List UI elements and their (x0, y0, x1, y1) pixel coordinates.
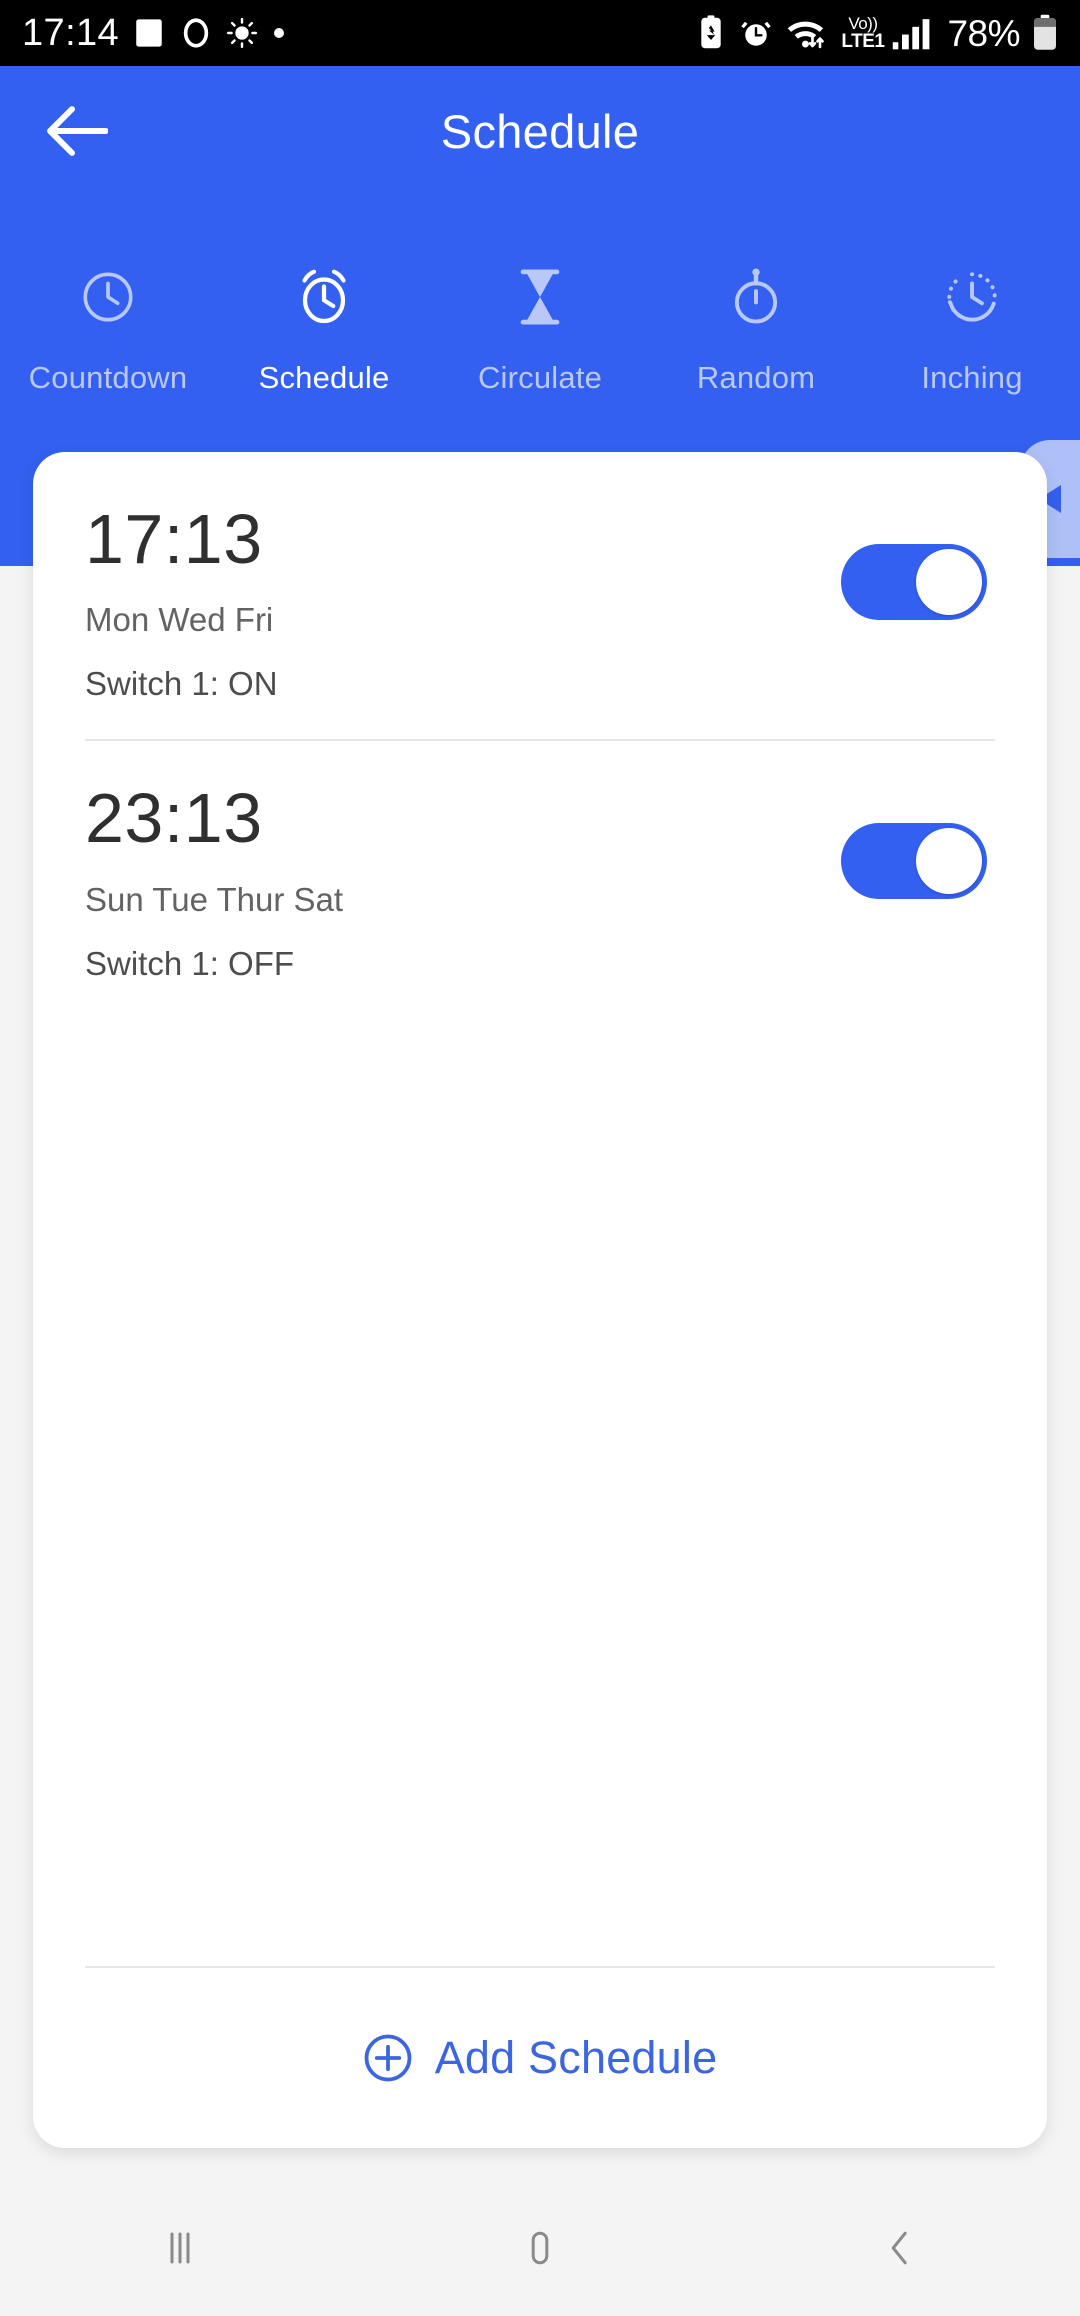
schedule-time: 17:13 (85, 500, 263, 578)
schedule-card: 17:13 Mon Wed Fri Switch 1: ON 23:13 Sun… (33, 452, 1047, 2148)
dot-icon (274, 28, 285, 38)
home-icon (531, 2231, 549, 2265)
schedule-days: Sun Tue Thur Sat (85, 880, 344, 918)
status-bar: 17:14 Vo)) LTE1 78% (0, 0, 1080, 66)
tab-circulate[interactable]: Circulate (432, 256, 648, 396)
brightness-icon (227, 17, 258, 49)
volte-indicator: Vo)) LTE1 (841, 14, 885, 52)
dotted-clock-icon (947, 272, 997, 322)
toggle-knob (916, 549, 982, 615)
nav-recents-button[interactable] (0, 2224, 360, 2272)
tab-inching-label: Inching (921, 360, 1023, 395)
toggle-knob (916, 828, 982, 895)
plus-circle-icon (364, 2034, 412, 2082)
volte-label-top: Vo)) (848, 14, 878, 33)
schedule-action: Switch 1: OFF (85, 944, 295, 982)
schedule-action: Switch 1: ON (85, 665, 278, 703)
schedule-row[interactable]: 23:13 Sun Tue Thur Sat Switch 1: OFF (33, 741, 1047, 1018)
nav-home-button[interactable] (360, 2224, 720, 2272)
tab-schedule-icon-wrap (294, 264, 354, 330)
schedule-list: 17:13 Mon Wed Fri Switch 1: ON 23:13 Sun… (33, 452, 1047, 1019)
back-button[interactable] (34, 88, 120, 174)
tab-countdown-icon-wrap (79, 264, 137, 330)
tab-countdown[interactable]: Countdown (0, 256, 216, 396)
status-bar-left: 17:14 (22, 14, 287, 52)
alarm-clock-icon (302, 269, 346, 324)
tab-random[interactable]: Random (648, 256, 864, 396)
tab-random-icon-wrap (729, 264, 783, 330)
tab-countdown-label: Countdown (28, 360, 188, 395)
nav-back-button[interactable] (720, 2224, 1080, 2272)
circle-icon (183, 18, 209, 48)
clock-icon (83, 272, 133, 322)
add-schedule-button[interactable]: Add Schedule (33, 1968, 1047, 2148)
status-bar-right: Vo)) LTE1 78% (695, 14, 1058, 52)
schedule-row-info: 23:13 Sun Tue Thur Sat Switch 1: OFF (85, 779, 841, 982)
mode-tab-bar: Countdown Schedule Circulate Random Inch… (0, 256, 1080, 396)
schedule-time: 23:13 (85, 779, 263, 858)
battery-percent-label: 78% (947, 12, 1020, 54)
schedule-days: Mon Wed Fri (85, 601, 274, 639)
tab-schedule-label: Schedule (258, 360, 390, 395)
tab-schedule[interactable]: Schedule (216, 256, 432, 396)
card-spacer (33, 1019, 1047, 1966)
back-chevron-icon (891, 2231, 907, 2265)
schedule-row-info: 17:13 Mon Wed Fri Switch 1: ON (85, 500, 841, 703)
stopwatch-icon (734, 268, 778, 324)
tab-circulate-label: Circulate (477, 360, 603, 395)
android-nav-bar (0, 2180, 1080, 2316)
signal-bars-icon (893, 19, 930, 50)
recents-icon (170, 2232, 190, 2264)
tab-inching-icon-wrap (943, 264, 1001, 330)
page-title: Schedule (440, 104, 640, 158)
app-bar-top: Schedule (0, 66, 1080, 196)
battery-icon (1034, 14, 1056, 50)
arrow-left-icon (47, 106, 108, 156)
tab-inching[interactable]: Inching (864, 256, 1080, 396)
alarm-icon (741, 21, 772, 46)
volte-label-bottom: LTE1 (841, 31, 885, 52)
status-bar-clock: 17:14 (22, 12, 120, 54)
photo-icon (136, 19, 162, 47)
schedule-toggle[interactable] (841, 544, 987, 620)
tab-random-label: Random (696, 360, 816, 395)
hourglass-icon (520, 269, 560, 325)
wifi-icon (788, 21, 825, 49)
phone-screen: 17:14 Vo)) LTE1 78% Schedule Countdown S… (0, 0, 1080, 2316)
battery-saver-icon (701, 15, 722, 49)
tab-circulate-icon-wrap (514, 264, 566, 330)
schedule-row[interactable]: 17:13 Mon Wed Fri Switch 1: ON (33, 462, 1047, 739)
add-schedule-label: Add Schedule (434, 2032, 718, 2083)
schedule-toggle[interactable] (841, 823, 987, 900)
